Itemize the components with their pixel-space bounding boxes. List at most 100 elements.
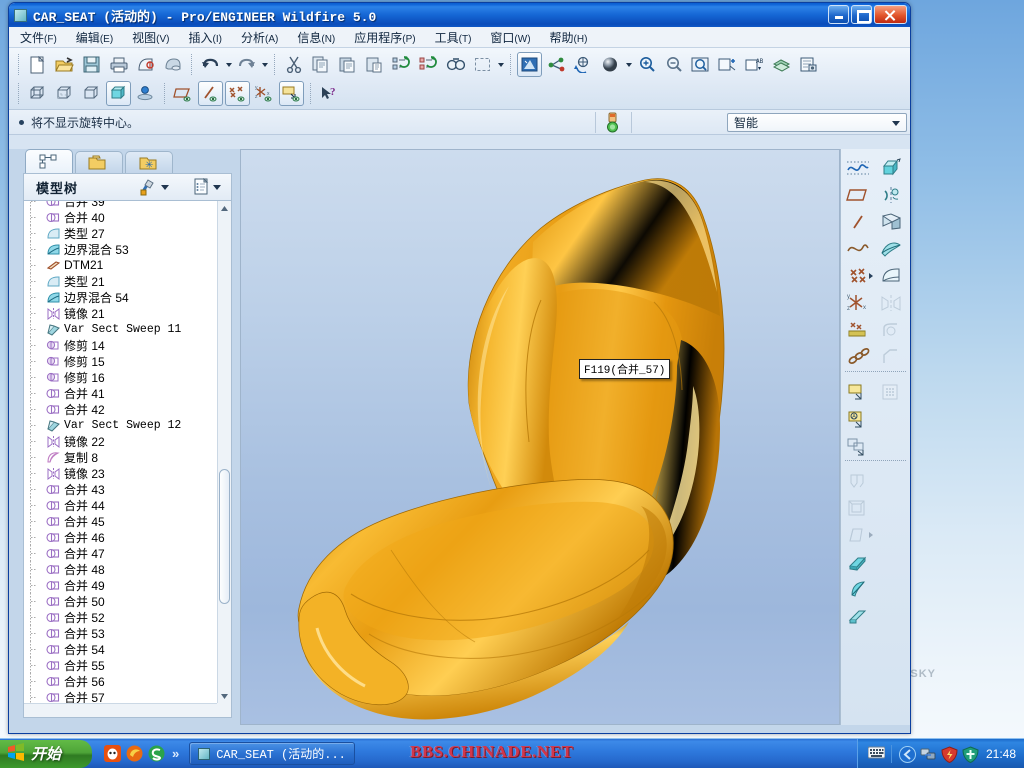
shaded-icon[interactable] [106, 81, 131, 106]
model-tree-list[interactable]: 合并 39 合并 40 类型 27 边界混合 53 DTM21 类型 21 边界混合 54 镜… [24, 201, 217, 703]
mail-icon[interactable] [160, 52, 185, 77]
tree-item[interactable]: 合并 53 [24, 625, 217, 641]
scroll-up-arrow[interactable] [218, 201, 231, 215]
sweep-blend-icon[interactable] [841, 432, 874, 459]
find-icon[interactable] [443, 52, 468, 77]
tree-item[interactable]: 镜像 23 [24, 465, 217, 481]
tree-item[interactable]: Var Sect Sweep 11 [24, 321, 217, 337]
datum-display-icon[interactable] [517, 52, 542, 77]
tree-item[interactable]: 修剪 14 [24, 337, 217, 353]
wireframe-icon[interactable] [25, 81, 50, 106]
keyboard-icon[interactable] [867, 746, 886, 762]
security-shield-icon[interactable] [941, 746, 958, 764]
datum-point-icon[interactable] [841, 262, 874, 289]
surface-revolve-icon[interactable] [841, 575, 874, 602]
draft-icon[interactable] [841, 521, 874, 548]
datum-points-icon[interactable] [544, 52, 569, 77]
extrude-solid-icon[interactable] [874, 154, 907, 181]
undo-icon[interactable] [198, 52, 223, 77]
tree-horizontal-scrollbar[interactable] [24, 703, 217, 717]
menu-item-help[interactable]: 帮助(H) [548, 28, 590, 47]
graphics-viewport[interactable]: F119(合并_57) [240, 149, 840, 725]
menu-item-info[interactable]: 信息(N) [295, 28, 337, 47]
tree-item[interactable]: 边界混合 53 [24, 241, 217, 257]
sogou-icon[interactable] [148, 745, 165, 762]
menu-item-applications[interactable]: 应用程序(P) [352, 28, 417, 47]
show-hidden-icon[interactable] [898, 746, 916, 763]
minimize-button[interactable] [828, 5, 849, 24]
tree-item[interactable]: 修剪 15 [24, 353, 217, 369]
shell-icon[interactable] [841, 494, 874, 521]
tree-item[interactable]: 镜像 22 [24, 433, 217, 449]
datum-point-display-icon[interactable] [225, 81, 250, 106]
regeneration-status-icon[interactable] [603, 112, 622, 133]
tree-tools-icon[interactable] [139, 178, 169, 196]
tree-item[interactable]: 边界混合 54 [24, 289, 217, 305]
tree-item[interactable]: 合并 52 [24, 609, 217, 625]
scrollbar-thumb[interactable] [219, 469, 230, 604]
datum-axis-icon[interactable] [841, 208, 874, 235]
print-preview-icon[interactable] [133, 52, 158, 77]
tree-item[interactable]: 类型 21 [24, 273, 217, 289]
mirror-feature-icon[interactable] [874, 289, 907, 316]
new-file-icon[interactable] [25, 52, 50, 77]
tree-vertical-scrollbar[interactable] [217, 201, 231, 703]
boundary-blend-icon[interactable] [874, 262, 907, 289]
surface-sweep-icon[interactable] [841, 602, 874, 629]
tree-item[interactable]: 合并 43 [24, 481, 217, 497]
tree-item[interactable]: 镜像 21 [24, 305, 217, 321]
redo-icon[interactable] [234, 52, 259, 77]
save-icon[interactable] [79, 52, 104, 77]
zoom-in-icon[interactable] [634, 52, 659, 77]
chevron-right-icon[interactable] [869, 273, 873, 279]
tree-item[interactable]: 类型 27 [24, 225, 217, 241]
model-player-icon[interactable] [796, 52, 821, 77]
tree-item[interactable]: 合并 49 [24, 577, 217, 593]
tree-item[interactable]: 合并 46 [24, 529, 217, 545]
shading-caret-icon[interactable] [624, 54, 633, 76]
menu-item-file[interactable]: 文件(F) [18, 28, 59, 47]
regenerate-icon[interactable] [389, 52, 414, 77]
pattern-icon[interactable] [874, 378, 907, 405]
spin-center-icon[interactable] [571, 52, 596, 77]
tree-item[interactable]: 合并 44 [24, 497, 217, 513]
tree-item[interactable]: 修剪 16 [24, 369, 217, 385]
menu-item-analysis[interactable]: 分析(A) [239, 28, 280, 47]
sweep-solid-icon[interactable] [874, 208, 907, 235]
chevron-right-icon[interactable] [869, 532, 873, 538]
datum-csys-icon[interactable]: yz x [841, 289, 874, 316]
menu-item-window[interactable]: 窗口(W) [488, 28, 532, 47]
select-box-icon[interactable] [470, 52, 495, 77]
chevron-right-icon[interactable]: » [172, 746, 179, 761]
print-icon[interactable] [106, 52, 131, 77]
cut-icon[interactable] [281, 52, 306, 77]
datum-axis-display-icon[interactable] [198, 81, 223, 106]
firefox-icon[interactable] [126, 745, 143, 762]
hidden-line-icon[interactable] [52, 81, 77, 106]
chain-icon[interactable] [841, 343, 874, 370]
menu-item-edit[interactable]: 编辑(E) [74, 28, 115, 47]
copy-icon[interactable] [308, 52, 333, 77]
tree-item[interactable]: 复制 8 [24, 449, 217, 465]
menu-item-view[interactable]: 视图(V) [130, 28, 171, 47]
tree-item[interactable]: 合并 57 [24, 689, 217, 703]
start-button[interactable]: 开始 [0, 739, 92, 768]
tree-item[interactable]: 合并 50 [24, 593, 217, 609]
datum-plane-display-icon[interactable] [171, 81, 196, 106]
tree-item[interactable]: 合并 39 [24, 201, 217, 209]
network-icon[interactable] [920, 746, 936, 762]
menu-item-insert[interactable]: 插入(I) [187, 28, 224, 47]
task-button-car-seat[interactable]: CAR_SEAT (活动的... [189, 742, 355, 765]
zoom-out-icon[interactable] [661, 52, 686, 77]
qq-icon[interactable] [104, 745, 121, 762]
tree-item[interactable]: 合并 48 [24, 561, 217, 577]
round-icon[interactable] [874, 316, 907, 343]
redo-caret-icon[interactable] [260, 54, 269, 76]
no-hidden-icon[interactable] [79, 81, 104, 106]
selection-filter-dropdown[interactable]: 智能 [727, 113, 907, 132]
surface-extrude-icon[interactable] [841, 548, 874, 575]
tree-item[interactable]: DTM21 [24, 257, 217, 273]
open-file-icon[interactable] [52, 52, 77, 77]
antivirus-icon[interactable] [962, 746, 979, 764]
close-button[interactable] [874, 5, 907, 24]
